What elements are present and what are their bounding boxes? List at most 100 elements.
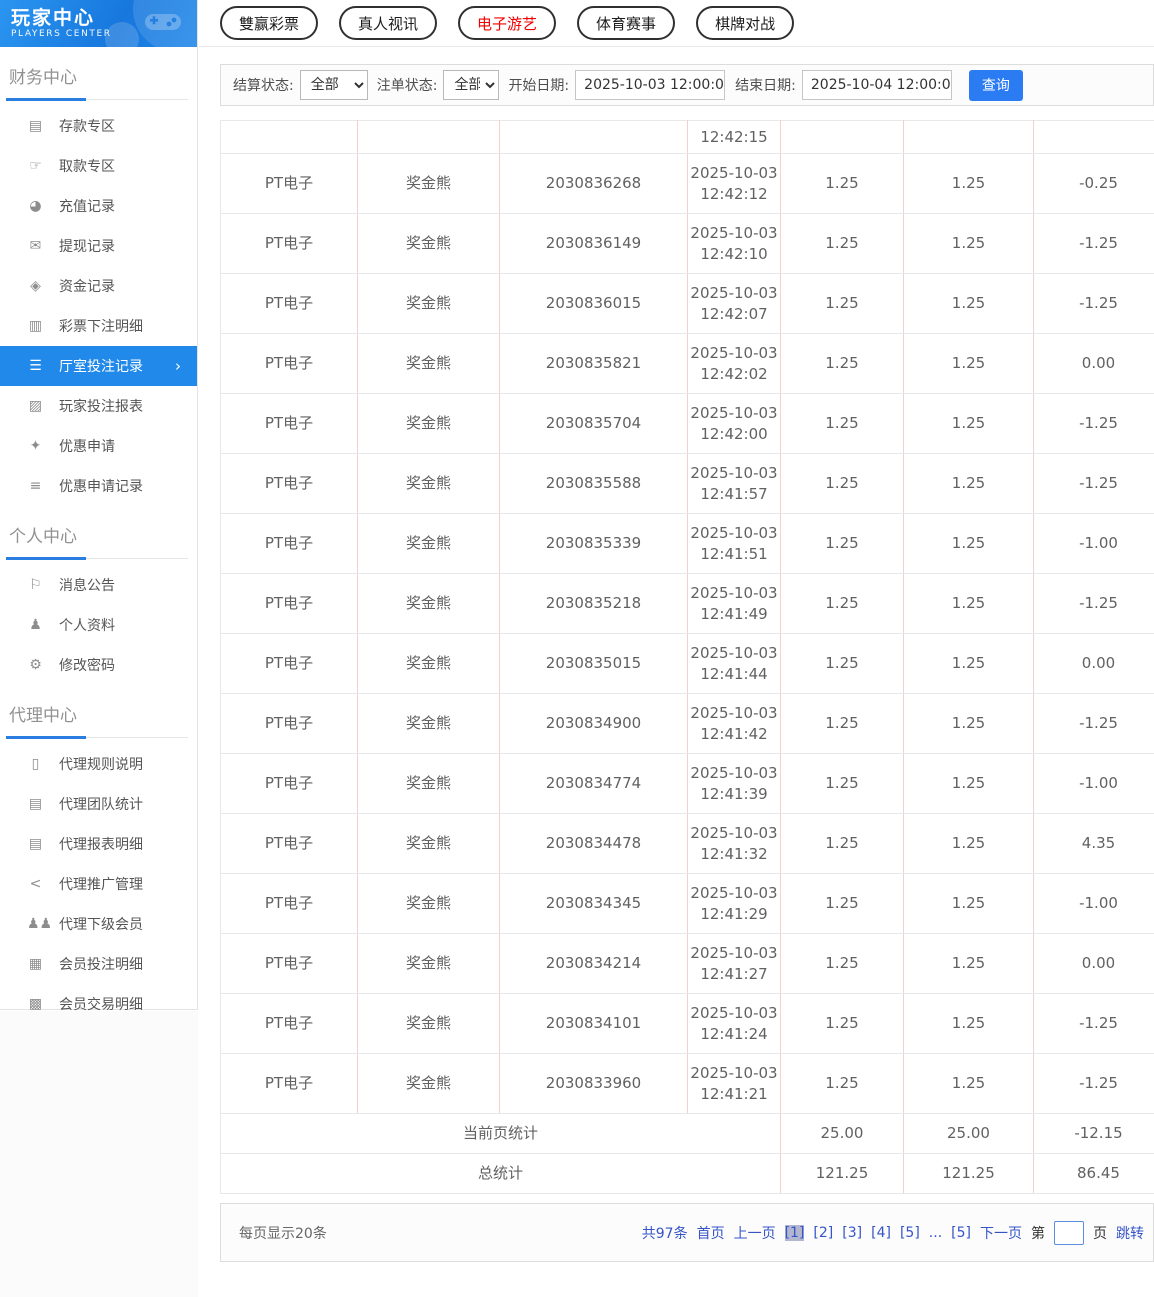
tab-lottery[interactable]: 雙赢彩票	[220, 6, 318, 40]
page-link-7[interactable]: [5]	[951, 1225, 971, 1241]
sidebar-item-withdrawal-records[interactable]: ✉ 提现记录	[0, 226, 197, 266]
table-row-partial: 12:42:15	[221, 121, 1154, 154]
profit-cell: -1.25	[1034, 394, 1154, 454]
sidebar-item-funds-records[interactable]: ◈资金记录	[0, 266, 197, 306]
profit-cell: 0.00	[1034, 334, 1154, 394]
sidebar-item-recharge-records[interactable]: ◕充值记录	[0, 186, 197, 226]
profit-cell: -1.25	[1034, 694, 1154, 754]
valid-amount-cell: 1.25	[904, 214, 1034, 274]
sidebar-item-promo-apply[interactable]: ✦优惠申请	[0, 426, 197, 466]
bell-icon: ⚐	[27, 577, 44, 593]
chevron-right-icon: ›	[175, 357, 181, 375]
settle-status-select[interactable]: 全部	[300, 70, 368, 100]
sidebar-item-profile[interactable]: ♟个人资料	[0, 605, 197, 645]
prev-page-link[interactable]: 上一页	[734, 1223, 776, 1243]
bet-time-cell: 2025-10-0312:41:39	[688, 754, 781, 814]
sidebar-item-agent-rules[interactable]: ▯代理规则说明	[0, 744, 197, 784]
page-link-6[interactable]: ...	[929, 1225, 942, 1241]
profit-cell: 0.00	[1034, 634, 1154, 694]
section-header: 代理中心	[9, 701, 188, 738]
vendor-cell: PT电子	[221, 694, 358, 754]
sidebar-item-label: 提现记录	[59, 236, 115, 256]
bet-amount-cell: 1.25	[781, 934, 904, 994]
bet-date: 2025-10-03	[688, 403, 780, 424]
summary-label: 总统计	[221, 1154, 781, 1194]
bet-time-cell: 2025-10-0312:42:07	[688, 274, 781, 334]
sidebar-item-label: 优惠申请记录	[59, 476, 143, 496]
sidebar-item-deposit-zone[interactable]: ▤存款专区	[0, 106, 197, 146]
bet-amount-cell: 1.25	[781, 874, 904, 934]
sidebar-item-agent-report-detail[interactable]: ▤代理报表明细	[0, 824, 197, 864]
order-number-cell: 2030835339	[500, 514, 688, 574]
page-link-1[interactable]: [1]	[785, 1225, 805, 1241]
profit-cell: -1.25	[1034, 574, 1154, 634]
sidebar-item-lottery-bet-detail[interactable]: ▥彩票下注明细	[0, 306, 197, 346]
end-date-input[interactable]	[802, 70, 952, 100]
vendor-cell: PT电子	[221, 1054, 358, 1114]
table-row: PT电子奖金熊20308357042025-10-0312:42:001.251…	[221, 394, 1154, 454]
wallet-icon: ✉	[27, 238, 44, 254]
table-row: PT电子奖金熊20308361492025-10-0312:42:101.251…	[221, 214, 1154, 274]
summary-valid-cell: 121.25	[904, 1154, 1034, 1194]
sidebar: 玩家中心 PLAYERS CENTER 财务中心▤存款专区☞取款专区◕充值记录✉…	[0, 0, 198, 1010]
bet-amount-cell: 1.25	[781, 754, 904, 814]
bet-amount-cell: 1.25	[781, 214, 904, 274]
bet-amount-cell: 1.25	[781, 454, 904, 514]
table-cell	[500, 121, 688, 154]
query-button[interactable]: 查询	[969, 70, 1023, 101]
tab-sports[interactable]: 体育赛事	[577, 6, 675, 40]
valid-amount-cell: 1.25	[904, 274, 1034, 334]
sidebar-item-player-bet-report[interactable]: ▨玩家投注报表	[0, 386, 197, 426]
bet-amount-cell: 1.25	[781, 634, 904, 694]
withdraw-hand-icon: ☞	[27, 158, 44, 174]
list-icon: ☰	[27, 358, 44, 374]
tab-board-games[interactable]: 棋牌对战	[696, 6, 794, 40]
jump-page-input[interactable]	[1054, 1221, 1084, 1245]
vendor-cell: PT电子	[221, 934, 358, 994]
valid-amount-cell: 1.25	[904, 154, 1034, 214]
current-page-summary-row: 当前页统计25.0025.00-12.15	[221, 1114, 1154, 1154]
deposit-card-icon: ▤	[27, 118, 44, 134]
bet-amount-cell: 1.25	[781, 514, 904, 574]
list-records-icon: ≡	[27, 478, 44, 494]
order-number-cell: 2030836268	[500, 154, 688, 214]
sidebar-item-message-board[interactable]: ⚐消息公告	[0, 565, 197, 605]
valid-amount-cell: 1.25	[904, 394, 1034, 454]
sidebar-item-agent-team-stats[interactable]: ▤代理团队统计	[0, 784, 197, 824]
sidebar-item-agent-sub-members[interactable]: ♟♟代理下级会员	[0, 904, 197, 944]
table-row: PT电子奖金熊20308344782025-10-0312:41:321.251…	[221, 814, 1154, 874]
bet-time-cell: 2025-10-0312:41:42	[688, 694, 781, 754]
valid-amount-cell: 1.25	[904, 814, 1034, 874]
sidebar-item-agent-promo-manage[interactable]: <代理推广管理	[0, 864, 197, 904]
table-cell	[221, 121, 358, 154]
table-row: PT电子奖金熊20308352182025-10-0312:41:491.251…	[221, 574, 1154, 634]
sidebar-item-hall-bet-records[interactable]: ☰厅室投注记录›	[0, 346, 197, 386]
next-page-link[interactable]: 下一页	[980, 1223, 1022, 1243]
bet-clock: 12:41:42	[688, 724, 780, 745]
page-link-4[interactable]: [4]	[871, 1225, 891, 1241]
order-number-cell: 2030836149	[500, 214, 688, 274]
vendor-cell: PT电子	[221, 994, 358, 1054]
sidebar-item-promo-apply-records[interactable]: ≡ 优惠申请记录	[0, 466, 197, 506]
vendor-cell: PT电子	[221, 814, 358, 874]
bet-date: 2025-10-03	[688, 1063, 780, 1084]
bet-time-cell: 2025-10-0312:41:51	[688, 514, 781, 574]
jump-button[interactable]: 跳转	[1116, 1223, 1144, 1243]
valid-amount-cell: 1.25	[904, 934, 1034, 994]
tab-e-games[interactable]: 电子游艺	[458, 6, 556, 40]
page-link-3[interactable]: [3]	[842, 1225, 862, 1241]
page-link-5[interactable]: [5]	[900, 1225, 920, 1241]
page-link-2[interactable]: [2]	[813, 1225, 833, 1241]
table-row: PT电子奖金熊20308355882025-10-0312:41:571.251…	[221, 454, 1154, 514]
bet-time-cell: 2025-10-0312:41:21	[688, 1054, 781, 1114]
order-status-select[interactable]: 全部	[443, 70, 499, 100]
bet-time-cell: 2025-10-0312:42:10	[688, 214, 781, 274]
sidebar-item-member-bet-detail[interactable]: ▦会员投注明细	[0, 944, 197, 984]
tab-live-video[interactable]: 真人视讯	[339, 6, 437, 40]
sidebar-item-label: 取款专区	[59, 156, 115, 176]
profit-cell: -1.25	[1034, 454, 1154, 514]
sidebar-item-change-password[interactable]: ⚙修改密码	[0, 645, 197, 685]
start-date-input[interactable]	[575, 70, 725, 100]
first-page-link[interactable]: 首页	[697, 1223, 725, 1243]
sidebar-item-withdraw-zone[interactable]: ☞ 取款专区	[0, 146, 197, 186]
